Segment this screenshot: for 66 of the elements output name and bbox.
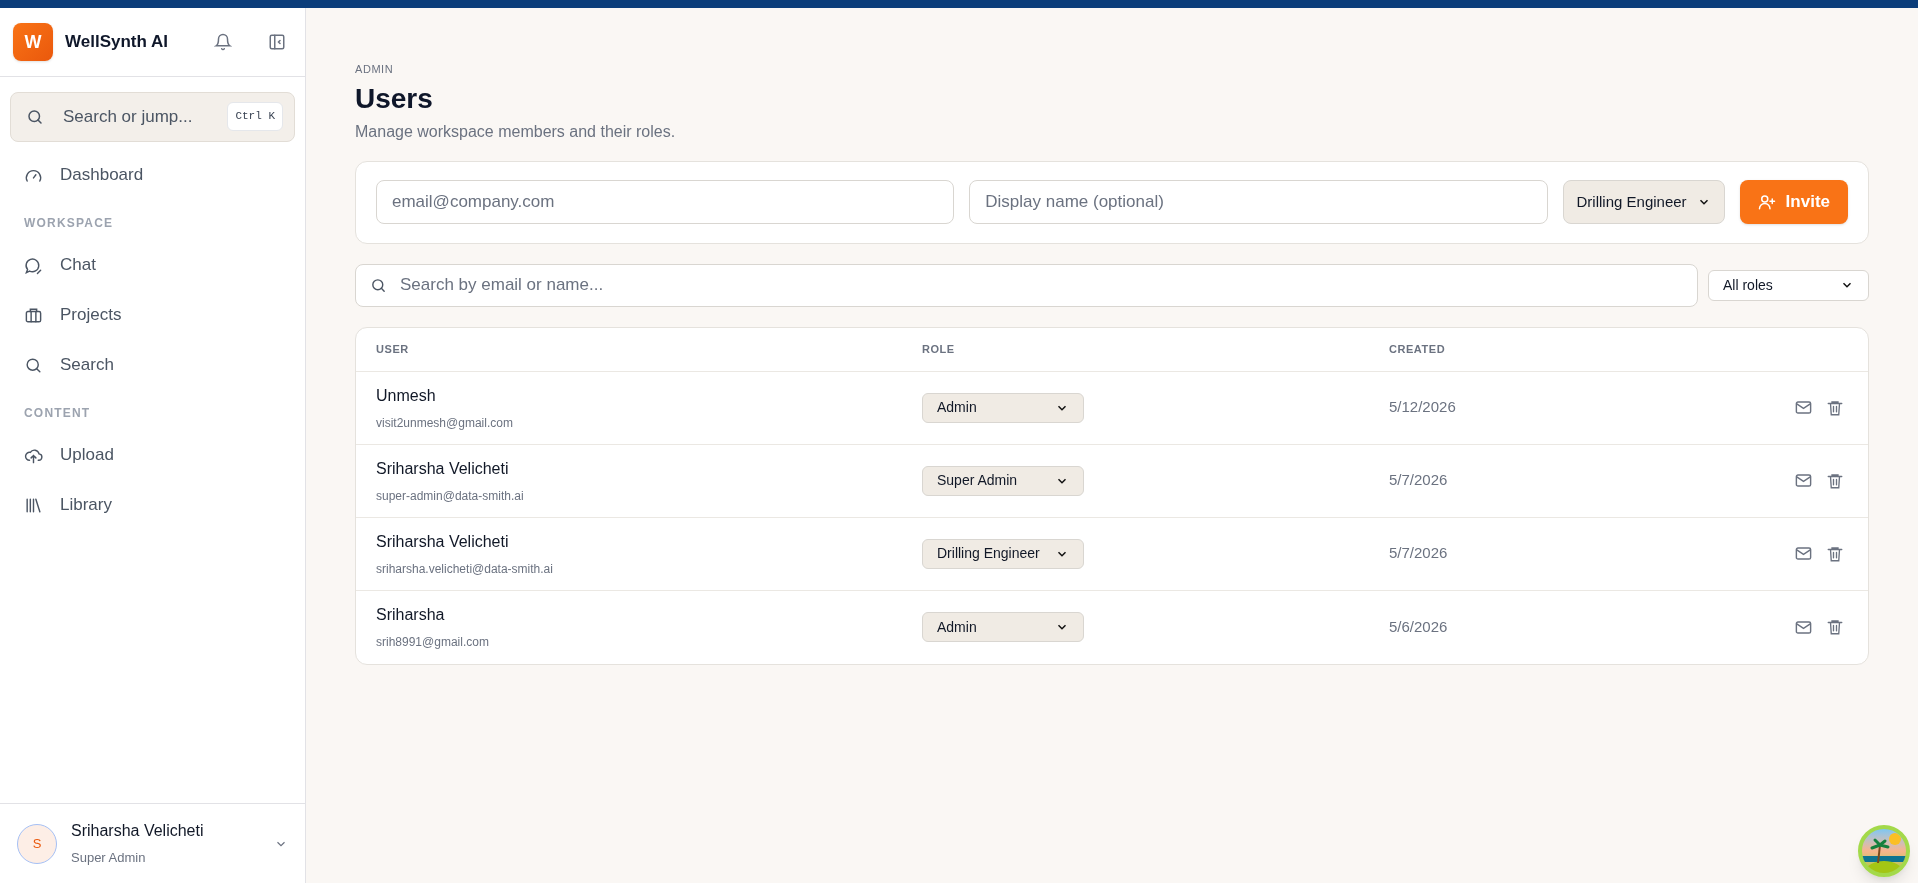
user-email: sriharsha.velicheti@data-smith.ai — [376, 560, 554, 578]
trash-icon — [1826, 398, 1844, 417]
user-search-field[interactable]: Search by email or name... — [355, 263, 1698, 307]
display-name-field[interactable]: Display name (optional) — [969, 180, 1548, 224]
user-email: visit2unmesh@gmail.com — [376, 414, 514, 432]
column-header: USER — [376, 341, 410, 357]
role-dropdown[interactable]: Drilling Engineer — [1562, 180, 1725, 224]
delete-button[interactable] — [1826, 398, 1844, 417]
section-heading: CONTENT — [23, 405, 92, 422]
page-subtitle: Manage workspace members and their roles. — [355, 121, 677, 142]
nav-item[interactable]: Library — [10, 480, 295, 530]
created-date: 5/6/2026 — [1389, 616, 1449, 637]
user-name: Unmesh — [376, 385, 437, 406]
role-dropdown[interactable]: Admin — [922, 392, 1084, 423]
trash-icon — [1826, 618, 1844, 636]
user-name: Sriharsha Velicheti — [376, 531, 510, 552]
avatar: S — [17, 823, 57, 864]
email-button[interactable] — [1794, 544, 1813, 563]
nav-item[interactable]: Search — [10, 340, 295, 390]
sidebar-collapse-icon — [268, 33, 286, 51]
delete-button[interactable] — [1826, 471, 1844, 490]
mail-icon — [1794, 471, 1813, 490]
bell-icon — [214, 33, 232, 51]
user-menu[interactable]: S Sriharsha Velicheti Super Admin — [0, 803, 305, 883]
nav-item[interactable]: Chat — [10, 240, 295, 290]
mail-icon — [1794, 544, 1813, 563]
page-eyebrow: ADMIN — [355, 62, 395, 77]
user-name: Sriharsha Velicheti — [376, 458, 510, 479]
section-heading: WORKSPACE — [23, 215, 115, 232]
search-icon — [370, 276, 387, 294]
briefcase-icon — [24, 305, 43, 325]
email-field[interactable]: email@company.com — [376, 180, 955, 224]
logo: W — [13, 23, 53, 61]
nav-item[interactable]: Dashboard — [10, 150, 295, 200]
shortcut-key: Ctrl K — [227, 102, 283, 131]
delete-button[interactable] — [1826, 617, 1844, 637]
delete-button[interactable] — [1826, 544, 1844, 563]
role-dropdown[interactable]: Super Admin — [922, 465, 1084, 496]
email-button[interactable] — [1794, 398, 1813, 417]
trash-icon — [1826, 544, 1844, 563]
email-button[interactable] — [1794, 471, 1813, 490]
created-date: 5/7/2026 — [1389, 470, 1449, 491]
floating-app-button[interactable] — [1858, 825, 1910, 877]
user-role: Super Admin — [71, 849, 147, 868]
role-filter-dropdown[interactable]: All roles — [1708, 269, 1869, 301]
nav-item[interactable]: Projects — [10, 290, 295, 340]
created-date: 5/7/2026 — [1389, 543, 1449, 564]
user-name: Sriharsha Velicheti — [71, 821, 204, 842]
mail-icon — [1794, 398, 1813, 417]
column-header: CREATED — [1389, 341, 1447, 357]
user-email: super-admin@data-smith.ai — [376, 487, 525, 505]
nav-item[interactable]: Upload — [10, 430, 295, 480]
page-title: Users — [355, 81, 434, 116]
search-icon — [26, 108, 44, 126]
brand-name: WellSynth AI — [65, 31, 168, 54]
created-date: 5/12/2026 — [1389, 397, 1457, 418]
trash-icon — [1826, 471, 1844, 490]
chat-bubble-icon — [24, 255, 43, 275]
user-email: srih8991@gmail.com — [376, 634, 490, 651]
column-header: ROLE — [922, 341, 956, 357]
user-name: Sriharsha — [376, 605, 446, 625]
role-dropdown[interactable]: Drilling Engineer — [922, 538, 1084, 569]
user-plus-icon — [1757, 193, 1776, 211]
books-icon — [24, 495, 43, 515]
role-dropdown[interactable]: Admin — [922, 612, 1084, 642]
search-icon — [24, 355, 43, 375]
